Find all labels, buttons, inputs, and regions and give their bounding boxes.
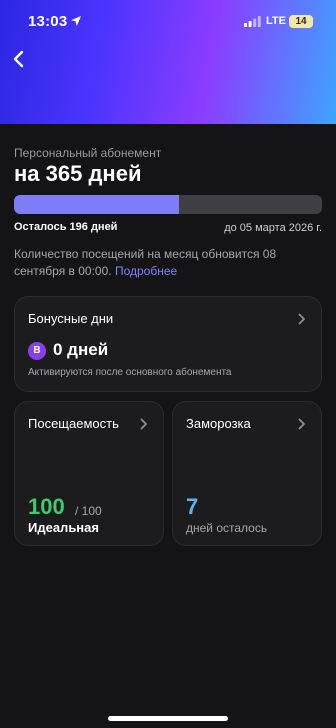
subscription-title: на 365 дней: [14, 161, 142, 186]
status-time: 13:03: [28, 13, 68, 30]
attendance-value: 100: [28, 494, 65, 519]
days-remaining: Осталось 196 дней: [14, 221, 118, 233]
attendance-card[interactable]: Посещаемость 100 / 100 Идеальная: [14, 401, 164, 546]
subscription-type-label: Персональный абонемент: [14, 146, 162, 160]
bonus-days-note: Активируются после основного абонемента: [28, 367, 232, 378]
freeze-title: Заморозка: [186, 416, 251, 431]
chevron-right-icon: [298, 313, 305, 325]
chevron-right-icon: [298, 418, 305, 430]
freeze-days-value: 7: [186, 494, 199, 519]
bonus-days-value: 0 дней: [53, 340, 109, 359]
back-button[interactable]: [10, 48, 30, 70]
freeze-days-label: дней осталось: [186, 521, 268, 535]
header-gradient: 13:03 LTE 14: [0, 0, 336, 124]
bonus-badge-icon: B: [28, 342, 46, 360]
home-indicator[interactable]: [108, 716, 228, 721]
status-bar: 13:03 LTE 14: [0, 0, 336, 44]
location-arrow-icon: [71, 16, 81, 26]
battery-indicator: 14: [289, 15, 313, 28]
network-label: LTE: [266, 15, 286, 27]
bonus-days-title: Бонусные дни: [28, 311, 114, 326]
freeze-card[interactable]: Заморозка 7 дней осталось: [172, 401, 322, 546]
expiry-date: до 05 марта 2026 г.: [224, 222, 322, 234]
more-link[interactable]: Подробнее: [115, 264, 177, 278]
attendance-title: Посещаемость: [28, 416, 119, 431]
progress-fill: [14, 195, 180, 214]
subscription-progress-bar: [14, 195, 322, 214]
chevron-right-icon: [140, 418, 147, 430]
attendance-status: Идеальная: [28, 520, 99, 535]
bonus-days-card[interactable]: Бонусные дни B 0 дней Активируются после…: [14, 296, 322, 392]
attendance-max: / 100: [75, 504, 102, 518]
signal-icon: [244, 16, 261, 27]
visits-notice: Количество посещений на месяц обновится …: [14, 246, 314, 280]
